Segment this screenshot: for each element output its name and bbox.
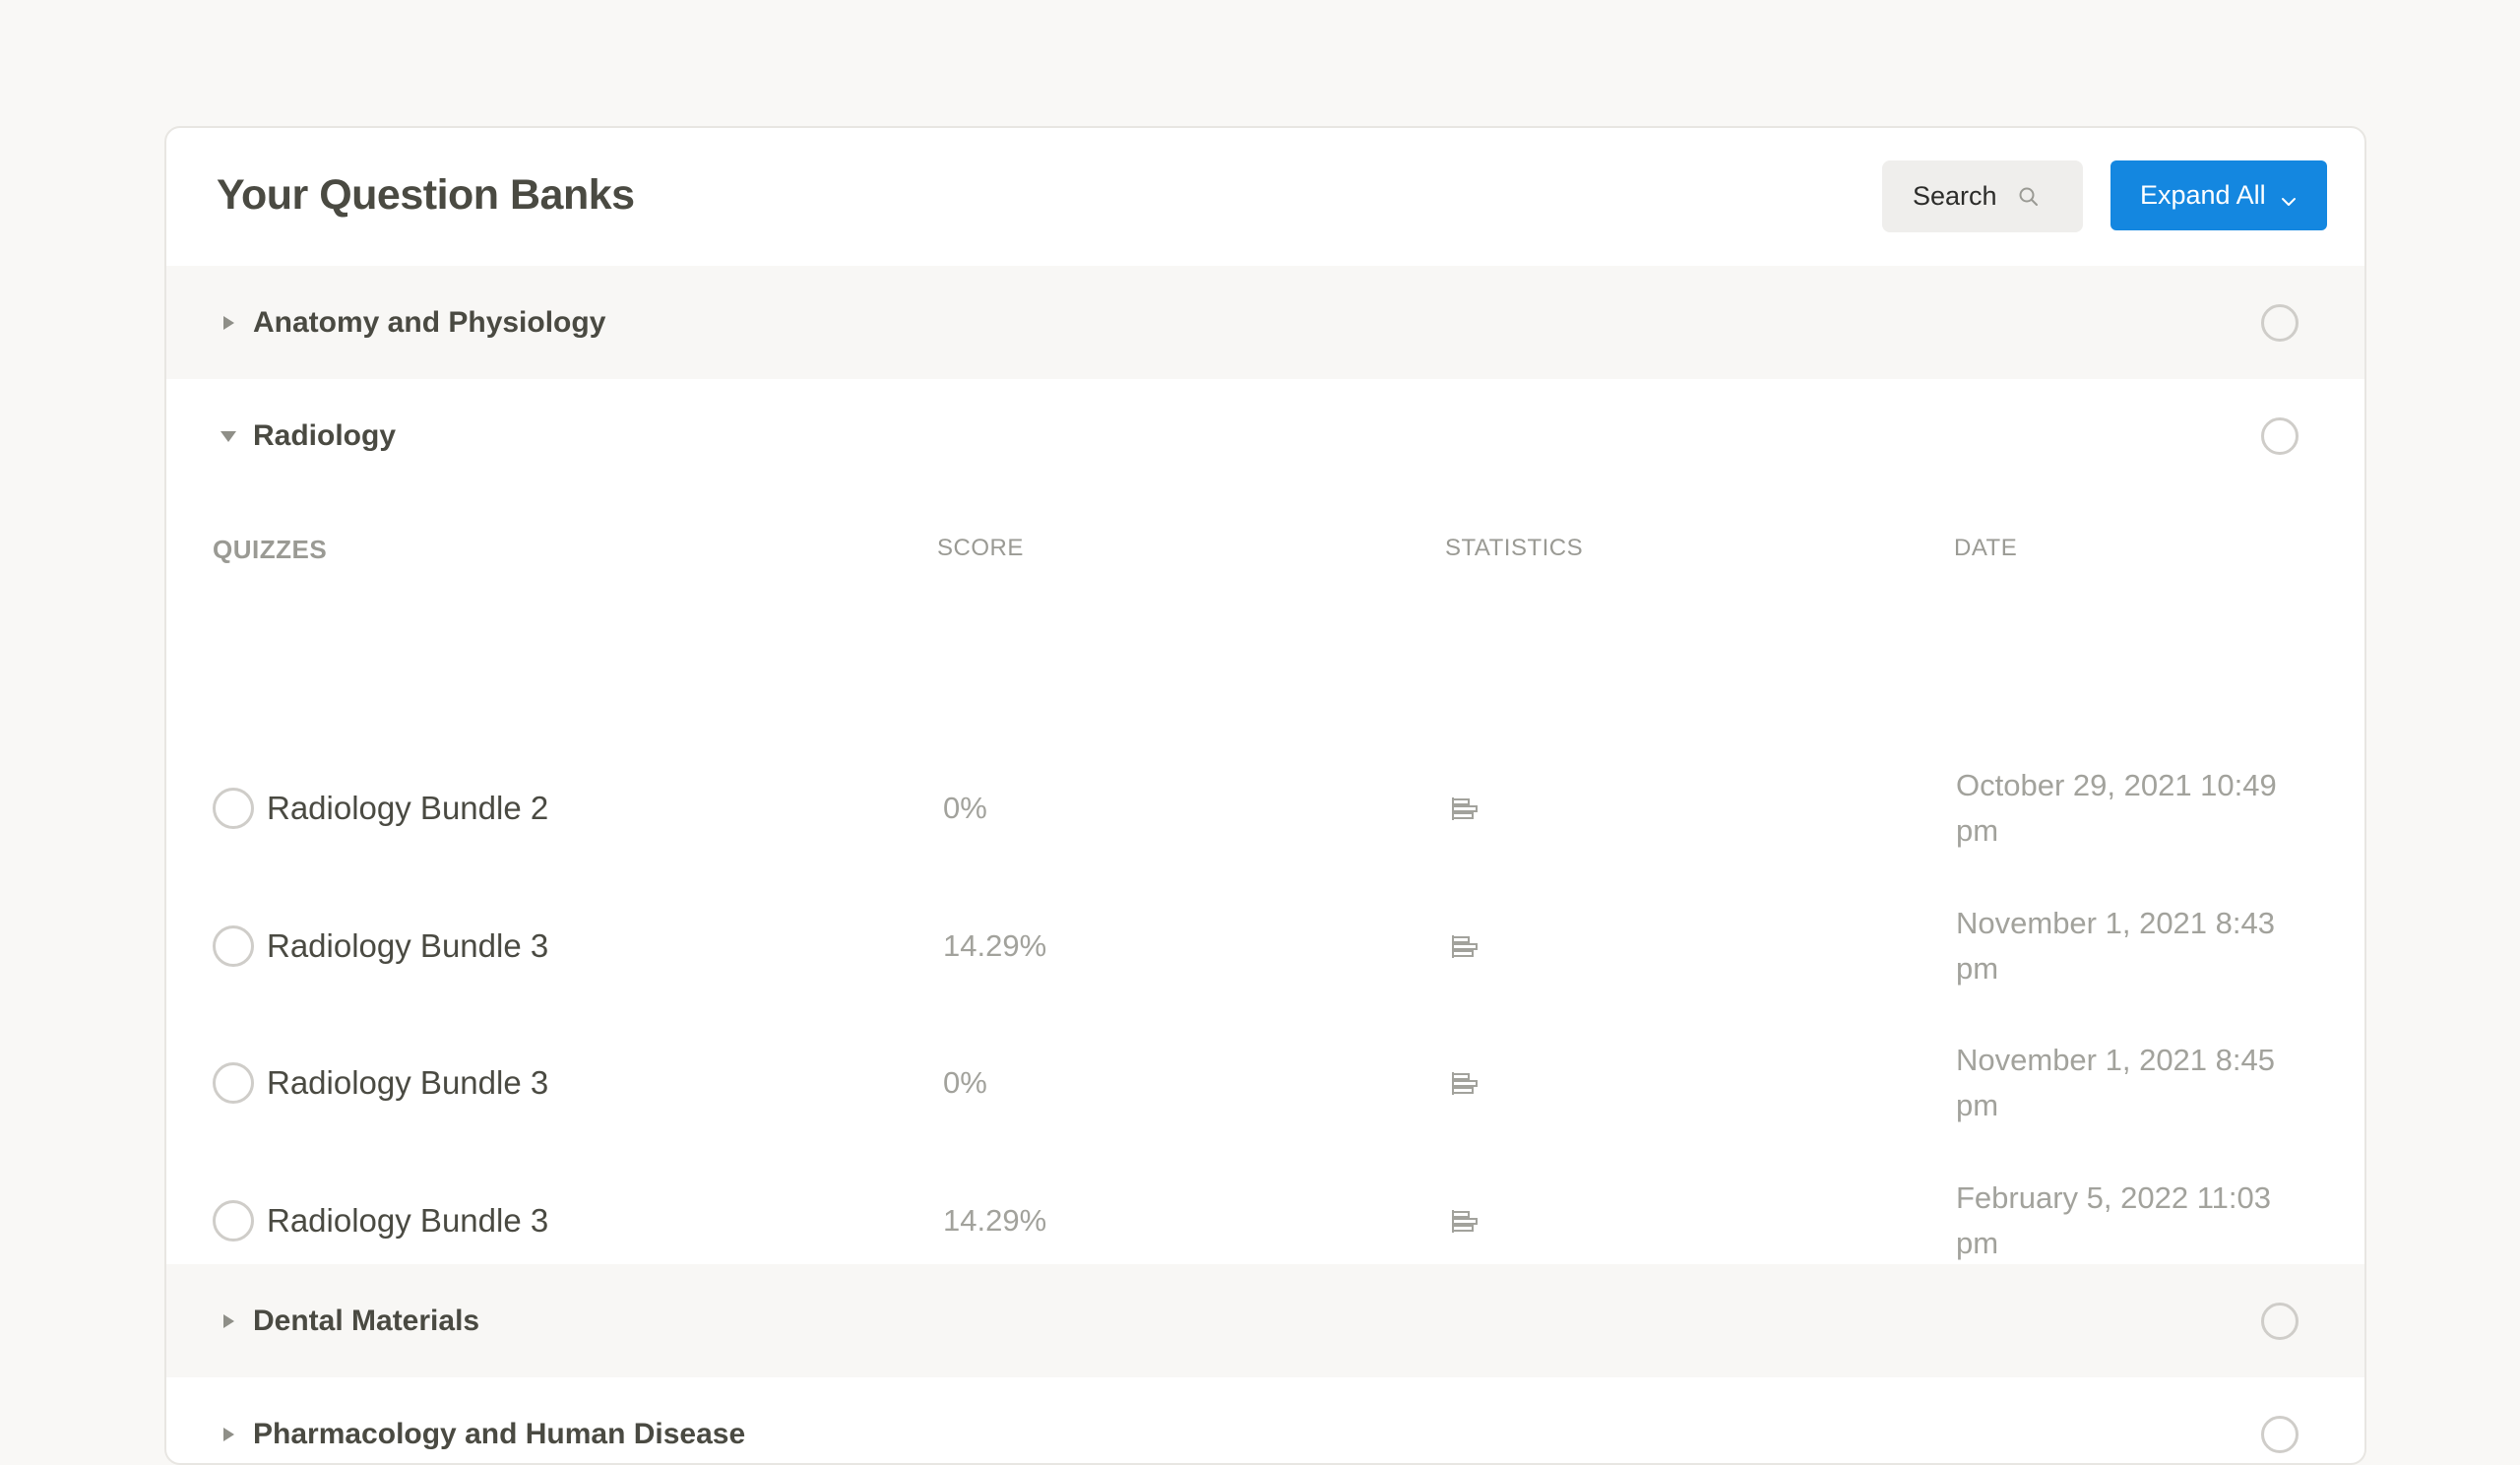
- triangle-right-icon: [220, 1312, 237, 1330]
- quiz-name[interactable]: Radiology Bundle 3: [267, 1202, 548, 1240]
- quiz-select-checkbox[interactable]: [213, 925, 254, 967]
- statistics-icon[interactable]: [1450, 1068, 1480, 1098]
- expand-all-label: Expand All: [2140, 180, 2266, 210]
- column-header-date: DATE: [1954, 535, 2018, 561]
- page-title: Your Question Banks: [217, 171, 635, 219]
- table-row: Radiology Bundle 3 14.29% November 1, 20…: [166, 877, 2364, 1015]
- quiz-name[interactable]: Radiology Bundle 3: [267, 1064, 548, 1102]
- table-row: Radiology Bundle 3 0% November 1, 2021 8…: [166, 1014, 2364, 1152]
- statistics-icon[interactable]: [1450, 794, 1480, 823]
- section-checkbox[interactable]: [2261, 1302, 2299, 1340]
- statistics-icon[interactable]: [1450, 1206, 1480, 1236]
- section-checkbox[interactable]: [2261, 416, 2299, 455]
- triangle-down-icon: [220, 427, 237, 445]
- quiz-date: November 1, 2021 8:45 pm: [1956, 1043, 2275, 1122]
- quiz-select-checkbox[interactable]: [213, 788, 254, 829]
- quiz-name[interactable]: Radiology Bundle 3: [267, 927, 548, 965]
- section-label: Dental Materials: [253, 1304, 480, 1337]
- column-header-score: SCORE: [937, 535, 1024, 561]
- quiz-select-checkbox[interactable]: [213, 1062, 254, 1104]
- triangle-right-icon: [220, 314, 237, 332]
- column-header-quizzes: QUIZZES: [213, 535, 328, 564]
- section-checkbox[interactable]: [2261, 1415, 2299, 1453]
- section-dental-materials[interactable]: Dental Materials: [166, 1264, 2364, 1377]
- section-label: Pharmacology and Human Disease: [253, 1417, 746, 1450]
- search-button[interactable]: Search: [1882, 160, 2083, 232]
- column-header-statistics: STATISTICS: [1445, 535, 1584, 561]
- card-header: Your Question Banks Search Expand All: [166, 128, 2364, 266]
- quiz-date: February 5, 2022 11:03 pm: [1956, 1180, 2271, 1260]
- quiz-date: November 1, 2021 8:43 pm: [1956, 906, 2275, 986]
- section-checkbox[interactable]: [2261, 303, 2299, 342]
- section-label: Radiology: [253, 418, 397, 452]
- expand-all-button[interactable]: Expand All: [2110, 160, 2327, 230]
- chevron-down-icon: [2280, 187, 2298, 206]
- section-pharmacology-and-human-disease[interactable]: Pharmacology and Human Disease: [166, 1377, 2364, 1463]
- triangle-right-icon: [220, 1426, 237, 1443]
- question-banks-card: Your Question Banks Search Expand All An…: [164, 126, 2366, 1465]
- quiz-select-checkbox[interactable]: [213, 1200, 254, 1242]
- quiz-score: 0%: [943, 791, 987, 825]
- quiz-score: 14.29%: [943, 1203, 1047, 1238]
- search-button-label: Search: [1913, 181, 1997, 211]
- quiz-date: October 29, 2021 10:49 pm: [1956, 768, 2277, 848]
- search-icon: [2017, 185, 2041, 209]
- quiz-name[interactable]: Radiology Bundle 2: [267, 790, 548, 827]
- table-row: Radiology Bundle 2 0% October 29, 2021 1…: [166, 739, 2364, 877]
- section-anatomy-and-physiology[interactable]: Anatomy and Physiology: [166, 266, 2364, 379]
- quiz-score: 0%: [943, 1065, 987, 1100]
- statistics-icon[interactable]: [1450, 931, 1480, 961]
- section-label: Anatomy and Physiology: [253, 305, 606, 339]
- quiz-score: 14.29%: [943, 928, 1047, 963]
- section-radiology[interactable]: Radiology: [166, 379, 2364, 492]
